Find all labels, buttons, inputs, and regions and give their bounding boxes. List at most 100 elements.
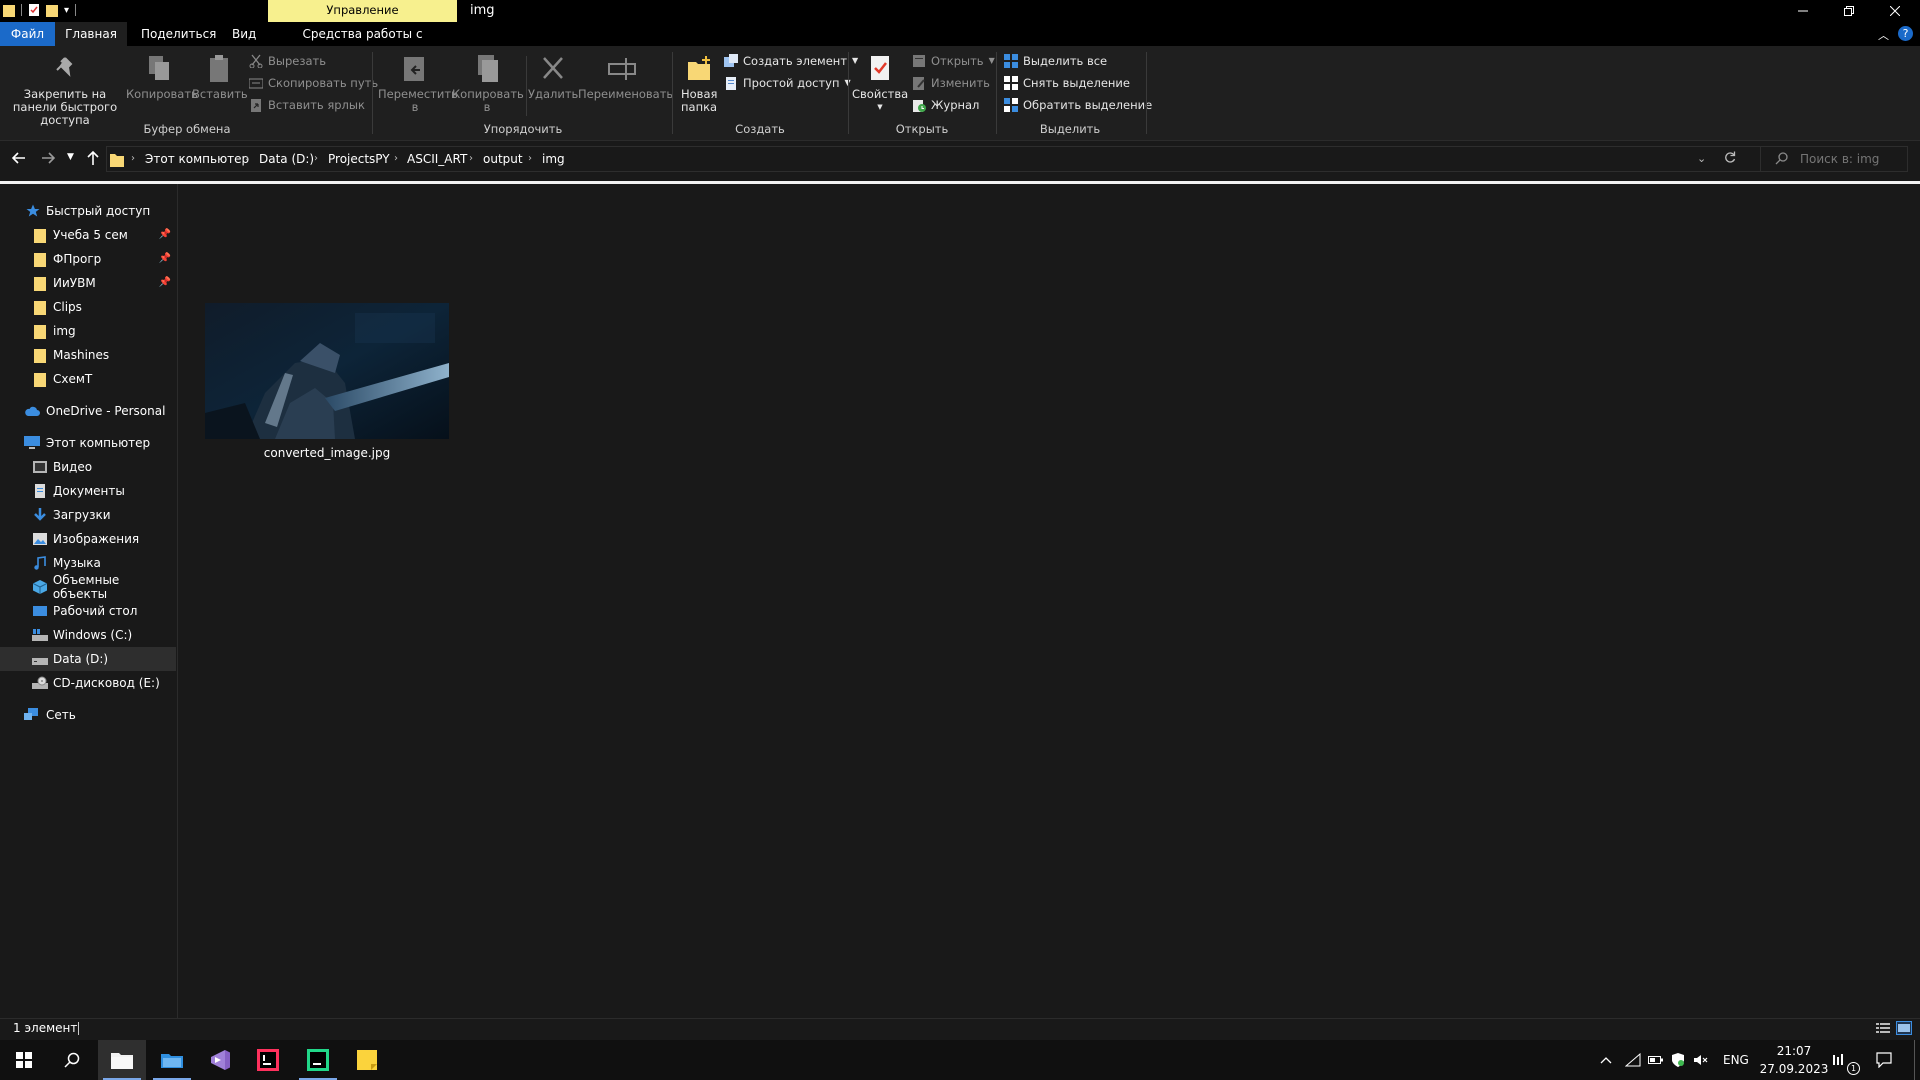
tab-share[interactable]: Поделиться xyxy=(127,22,230,46)
refresh-button[interactable] xyxy=(1724,151,1736,163)
copy-label: Копировать xyxy=(126,87,198,101)
minimize-button[interactable] xyxy=(1780,0,1826,22)
breadcrumb-separator[interactable]: › xyxy=(314,146,318,172)
nav-pc-item[interactable]: CD-дисковод (E:) xyxy=(0,671,176,695)
start-button[interactable] xyxy=(0,1040,48,1080)
nav-quick-item[interactable]: img xyxy=(0,319,176,343)
address-history-chevron-icon[interactable]: ⌄ xyxy=(1697,152,1706,165)
nav-pc-item[interactable]: Объемные объекты xyxy=(0,573,176,601)
pin-quick-access-button[interactable]: Закрепить на панели быстрого доступа xyxy=(6,54,124,127)
new-folder-icon[interactable] xyxy=(46,3,58,17)
nav-quick-item[interactable]: Учеба 5 сем 📌 xyxy=(0,223,176,247)
invert-selection-button[interactable]: Обратить выделение xyxy=(1004,96,1152,114)
copy-path-button[interactable]: Скопировать путь xyxy=(249,74,378,92)
breadcrumb-separator[interactable]: › xyxy=(131,146,135,172)
nav-this-pc[interactable]: Этот компьютер xyxy=(0,431,176,455)
forward-button[interactable] xyxy=(41,151,55,165)
properties-button[interactable]: Свойства ▼ xyxy=(852,54,908,114)
breadcrumb-ascii-art[interactable]: ASCII_ART xyxy=(407,146,467,172)
tab-file[interactable]: Файл xyxy=(0,22,55,46)
open-button[interactable]: Открыть ▼ xyxy=(912,52,995,70)
taskbar-file-explorer[interactable] xyxy=(98,1040,146,1080)
file-thumbnail[interactable] xyxy=(205,303,449,439)
breadcrumb-separator[interactable]: › xyxy=(245,146,249,172)
tab-picture-tools[interactable]: Средства работы с рисунками xyxy=(268,22,457,65)
help-icon[interactable]: ? xyxy=(1898,26,1913,41)
easy-access-button[interactable]: Простой доступ ▼ xyxy=(724,74,851,92)
nav-network[interactable]: Сеть xyxy=(0,703,176,727)
show-desktop-button[interactable] xyxy=(1914,1040,1915,1080)
properties-icon[interactable] xyxy=(28,3,40,17)
taskbar-intellij[interactable] xyxy=(244,1040,292,1080)
quick-access-toolbar: ▾ xyxy=(3,3,77,17)
breadcrumb-separator[interactable]: › xyxy=(528,146,532,172)
breadcrumb-this-pc[interactable]: Этот компьютер xyxy=(145,146,249,172)
collapse-ribbon-icon[interactable]: ︿ xyxy=(1878,27,1889,43)
breadcrumb-separator[interactable]: › xyxy=(469,146,473,172)
taskbar-pycharm[interactable] xyxy=(294,1040,342,1080)
copy-to-button[interactable]: Копировать в xyxy=(452,54,524,114)
select-all-button[interactable]: Выделить все xyxy=(1004,52,1107,70)
tab-view[interactable]: Вид xyxy=(218,22,270,46)
nav-onedrive[interactable]: OneDrive - Personal xyxy=(0,399,176,423)
breadcrumb-separator[interactable]: › xyxy=(394,146,398,172)
up-button[interactable] xyxy=(86,150,100,166)
clock[interactable]: 21:07 27.09.2023 xyxy=(1758,1042,1830,1078)
action-center-button[interactable] xyxy=(1876,1040,1892,1080)
nav-pc-item[interactable]: Музыка xyxy=(0,551,176,575)
new-item-button[interactable]: Создать элемент ▼ xyxy=(724,52,858,70)
nav-quick-item[interactable]: Clips xyxy=(0,295,176,319)
nav-pc-item[interactable]: Рабочий стол xyxy=(0,599,176,623)
cut-button[interactable]: Вырезать xyxy=(249,52,326,70)
nav-pc-item[interactable]: Документы xyxy=(0,479,176,503)
search-input[interactable] xyxy=(1800,146,1900,172)
back-button[interactable] xyxy=(12,151,26,165)
copy-button[interactable]: Копировать xyxy=(126,54,198,101)
wifi-status[interactable] xyxy=(1625,1040,1641,1080)
nav-quick-item[interactable]: ФПрогр 📌 xyxy=(0,247,176,271)
show-hidden-icons-button[interactable] xyxy=(1600,1040,1612,1080)
nav-pc-item-selected[interactable]: Data (D:) xyxy=(0,647,176,671)
recent-locations-chevron-icon[interactable]: ▼ xyxy=(67,152,74,162)
search-button[interactable] xyxy=(48,1040,96,1080)
large-icons-view-button[interactable] xyxy=(1896,1021,1912,1035)
status-divider xyxy=(78,1022,79,1035)
history-button[interactable]: Журнал xyxy=(912,96,979,114)
delete-button[interactable]: Удалить xyxy=(528,54,578,101)
taskbar-widget[interactable]: 1 xyxy=(1833,1040,1860,1080)
nav-pc-item[interactable]: Изображения xyxy=(0,527,176,551)
volume-status[interactable] xyxy=(1694,1040,1708,1080)
file-name[interactable]: converted_image.jpg xyxy=(205,446,449,460)
taskbar-visual-studio[interactable] xyxy=(196,1040,244,1080)
details-view-button[interactable] xyxy=(1876,1022,1890,1034)
paste-button[interactable]: Вставить xyxy=(192,54,248,101)
select-none-button[interactable]: Снять выделение xyxy=(1004,74,1130,92)
taskbar-app-files[interactable] xyxy=(148,1040,196,1080)
restore-button[interactable] xyxy=(1826,0,1872,22)
breadcrumb-output[interactable]: output xyxy=(483,146,523,172)
rename-button[interactable]: Переименовать xyxy=(578,54,673,101)
breadcrumb-data-d[interactable]: Data (D:) xyxy=(259,146,314,172)
new-folder-button[interactable]: Новая папка xyxy=(676,54,722,114)
nav-quick-access[interactable]: Быстрый доступ xyxy=(0,199,176,223)
taskbar-sticky-notes[interactable] xyxy=(343,1040,391,1080)
nav-quick-item[interactable]: Mashines xyxy=(0,343,176,367)
paste-shortcut-button[interactable]: Вставить ярлык xyxy=(249,96,365,114)
nav-quick-item[interactable]: СхемТ xyxy=(0,367,176,391)
language-indicator[interactable]: ENG xyxy=(1723,1040,1749,1080)
breadcrumb-projectspy[interactable]: ProjectsPY xyxy=(328,146,390,172)
close-button[interactable] xyxy=(1872,0,1918,22)
breadcrumb-img[interactable]: img xyxy=(542,146,565,172)
tab-home[interactable]: Главная xyxy=(55,22,127,46)
context-tab-manage[interactable]: Управление xyxy=(268,0,457,22)
nav-pc-item[interactable]: Windows (C:) xyxy=(0,623,176,647)
customize-toolbar-icon[interactable]: ▾ xyxy=(64,5,69,16)
defender-status[interactable] xyxy=(1671,1040,1685,1080)
chevron-up-icon xyxy=(1600,1057,1612,1064)
nav-pc-item[interactable]: Видео xyxy=(0,455,176,479)
edit-button[interactable]: Изменить xyxy=(912,74,990,92)
nav-quick-item[interactable]: ИиУВМ 📌 xyxy=(0,271,176,295)
move-to-button[interactable]: Переместить в xyxy=(378,54,458,114)
nav-pc-item[interactable]: Загрузки xyxy=(0,503,176,527)
battery-status[interactable] xyxy=(1648,1040,1664,1080)
